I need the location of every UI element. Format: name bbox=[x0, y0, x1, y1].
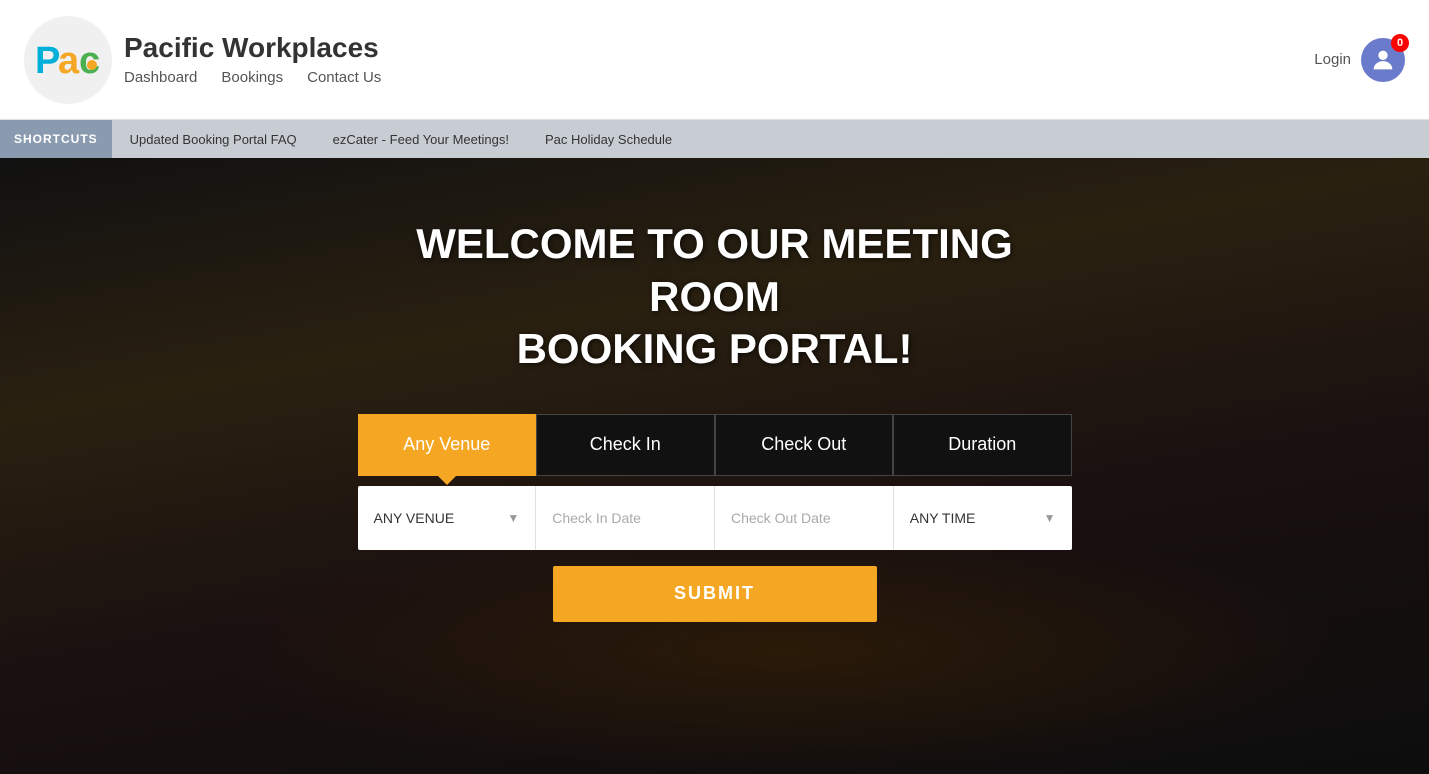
brand-name: Pacific Workplaces bbox=[124, 33, 381, 64]
tab-check-out[interactable]: Check Out bbox=[715, 414, 894, 476]
shortcuts-label: SHORTCUTS bbox=[0, 120, 112, 158]
time-field[interactable]: ANY TIME ▼ bbox=[894, 486, 1072, 550]
venue-value: ANY VENUE bbox=[374, 510, 502, 526]
header: P a c Pacific Workplaces Dashboard Booki… bbox=[0, 0, 1429, 120]
check-out-placeholder: Check Out Date bbox=[731, 510, 877, 526]
booking-widget: Any Venue Check In Check Out Duration AN… bbox=[358, 414, 1072, 622]
submit-button[interactable]: SUBMIT bbox=[553, 566, 877, 622]
shortcut-faq[interactable]: Updated Booking Portal FAQ bbox=[112, 120, 315, 158]
logo-area: P a c Pacific Workplaces Dashboard Booki… bbox=[24, 16, 381, 104]
hero-content: WELCOME TO OUR MEETING ROOM BOOKING PORT… bbox=[0, 158, 1429, 622]
check-in-placeholder: Check In Date bbox=[552, 510, 698, 526]
venue-dropdown-arrow: ▼ bbox=[507, 511, 519, 525]
venue-field[interactable]: ANY VENUE ▼ bbox=[358, 486, 537, 550]
nav-bookings[interactable]: Bookings bbox=[221, 69, 283, 86]
tab-any-venue[interactable]: Any Venue bbox=[358, 414, 537, 476]
check-out-field[interactable]: Check Out Date bbox=[715, 486, 894, 550]
nav-links: Dashboard Bookings Contact Us bbox=[124, 69, 381, 86]
shortcut-ezcater[interactable]: ezCater - Feed Your Meetings! bbox=[315, 120, 527, 158]
login-button[interactable]: Login bbox=[1314, 51, 1351, 68]
header-right: Login 0 bbox=[1314, 38, 1405, 82]
hero-title-line1: WELCOME TO OUR MEETING ROOM bbox=[416, 220, 1013, 320]
logo-circle: P a c bbox=[24, 16, 112, 104]
tab-check-in[interactable]: Check In bbox=[536, 414, 715, 476]
pac-logo-icon: P a c bbox=[33, 35, 103, 85]
hero-title: WELCOME TO OUR MEETING ROOM BOOKING PORT… bbox=[355, 218, 1075, 376]
svg-text:a: a bbox=[58, 40, 80, 82]
brand-area: Pacific Workplaces Dashboard Bookings Co… bbox=[124, 33, 381, 87]
tab-duration[interactable]: Duration bbox=[893, 414, 1072, 476]
submit-row: SUBMIT bbox=[358, 566, 1072, 622]
hero-section: WELCOME TO OUR MEETING ROOM BOOKING PORT… bbox=[0, 158, 1429, 774]
time-value: ANY TIME bbox=[910, 510, 1038, 526]
nav-contact[interactable]: Contact Us bbox=[307, 69, 381, 86]
notification-badge: 0 bbox=[1391, 34, 1409, 52]
shortcuts-bar: SHORTCUTS Updated Booking Portal FAQ ezC… bbox=[0, 120, 1429, 158]
time-dropdown-arrow: ▼ bbox=[1044, 511, 1056, 525]
booking-tabs: Any Venue Check In Check Out Duration bbox=[358, 414, 1072, 476]
nav-dashboard[interactable]: Dashboard bbox=[124, 69, 197, 86]
hero-title-line2: BOOKING PORTAL! bbox=[517, 325, 913, 372]
booking-form-row: ANY VENUE ▼ Check In Date Check Out Date… bbox=[358, 486, 1072, 550]
check-in-field[interactable]: Check In Date bbox=[536, 486, 715, 550]
shortcut-holiday[interactable]: Pac Holiday Schedule bbox=[527, 120, 690, 158]
avatar-wrap: 0 bbox=[1361, 38, 1405, 82]
user-icon bbox=[1369, 46, 1397, 74]
svg-text:P: P bbox=[35, 40, 60, 82]
